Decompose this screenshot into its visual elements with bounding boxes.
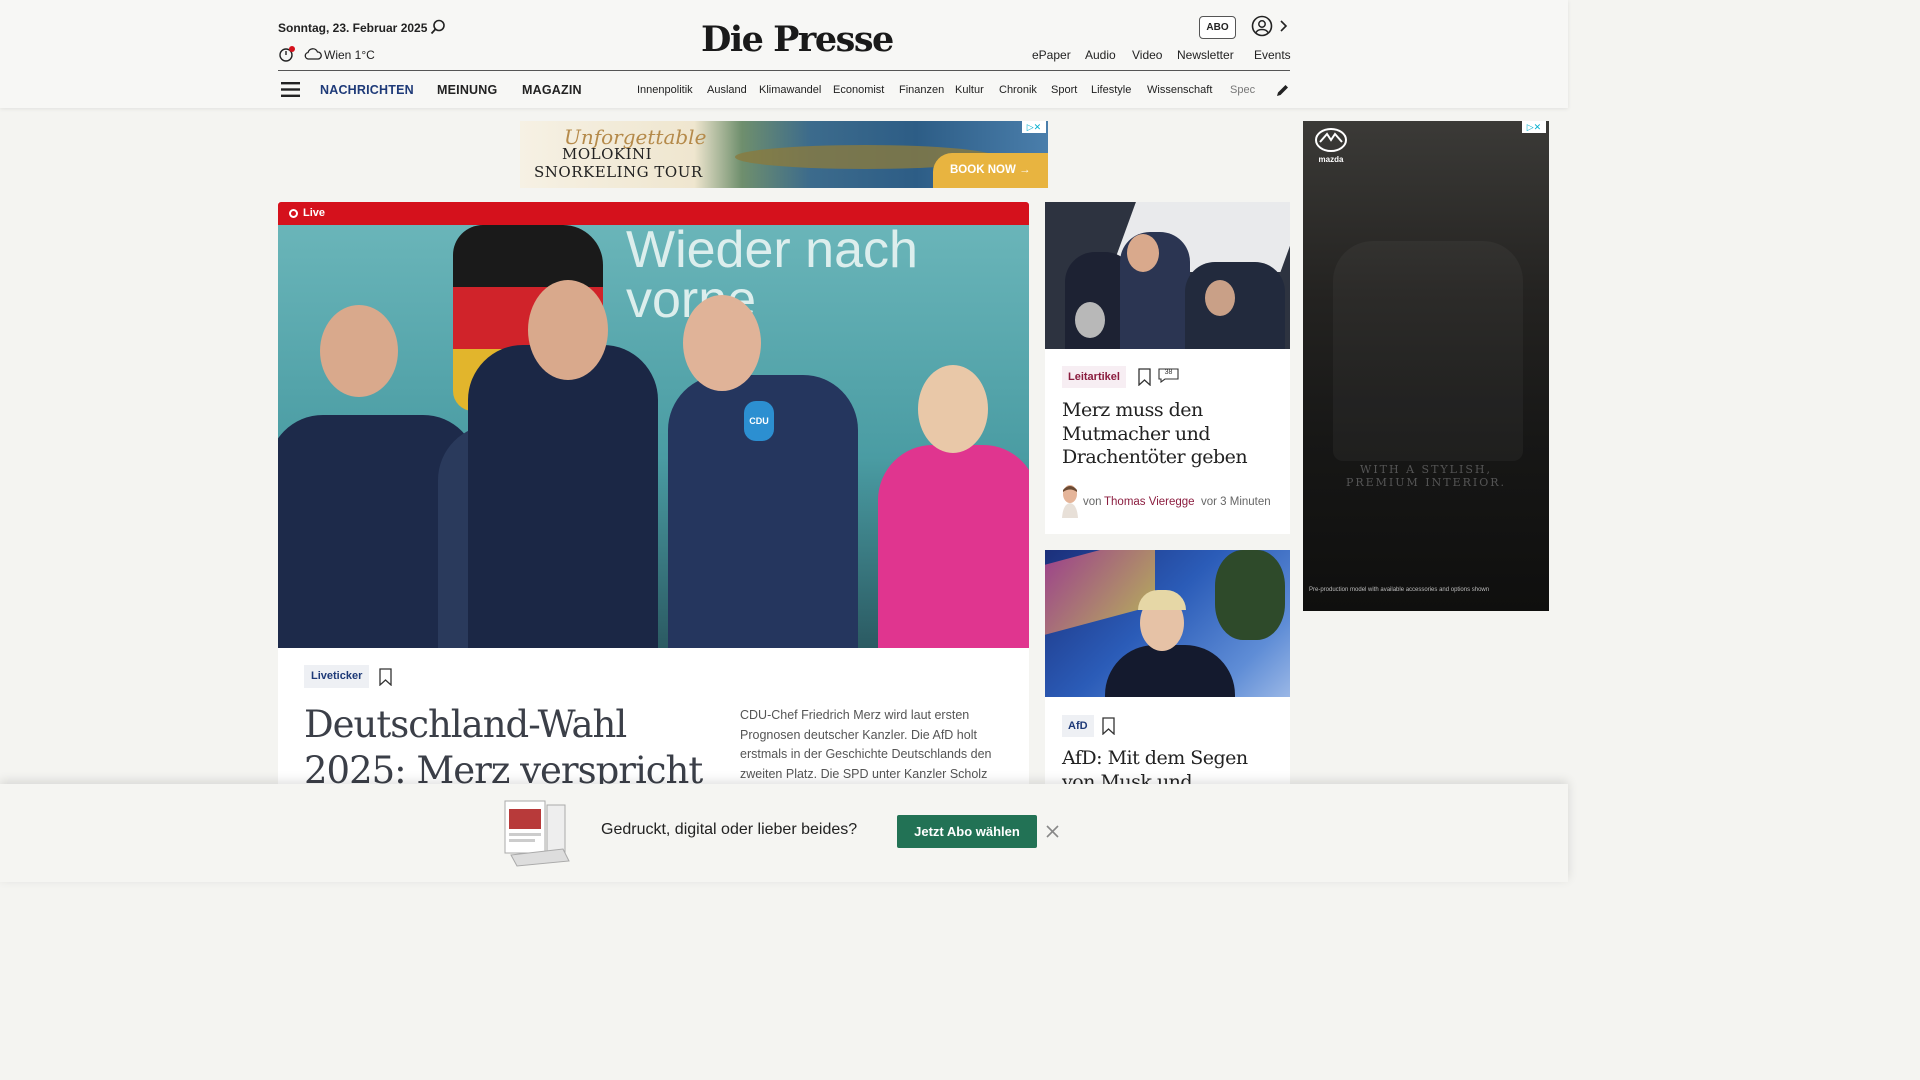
subnav-wissenschaft[interactable]: Wissenschaft [1147, 84, 1212, 96]
subnav-kultur[interactable]: Kultur [955, 84, 984, 96]
link-video[interactable]: Video [1132, 48, 1162, 62]
timer-icon[interactable] [279, 46, 295, 62]
main-teaser: CDU-Chef Friedrich Merz wird laut ersten… [740, 708, 992, 781]
menu-icon[interactable] [281, 82, 300, 97]
link-epaper[interactable]: ePaper [1032, 48, 1071, 62]
header-divider [278, 70, 1290, 71]
newspaper-offer-image [504, 800, 570, 867]
ad-side-fineprint: Pre-production model with available acce… [1309, 587, 1490, 593]
article-photo[interactable] [1045, 550, 1290, 697]
cloud-icon [304, 48, 322, 60]
ad-car-interior-image [1333, 241, 1523, 461]
subnav-finanzen[interactable]: Finanzen [899, 84, 944, 96]
subnav-klimawandel[interactable]: Klimawandel [759, 84, 821, 96]
article-card-leitartikel[interactable]: Leitartikel 38 Merz muss den Mutmacher u… [1045, 202, 1290, 534]
adchoices-icon[interactable]: ▷✕ [1022, 121, 1046, 133]
author-avatar [1062, 485, 1078, 518]
link-audio[interactable]: Audio [1085, 48, 1116, 62]
card-title[interactable]: Merz muss den Mutmacher und Drachentöter… [1062, 399, 1277, 470]
publish-time: vor 3 Minuten [1201, 496, 1271, 508]
subnav-ausland[interactable]: Ausland [707, 84, 747, 96]
jetzt-abo-button[interactable]: Jetzt Abo wählen [897, 815, 1037, 848]
nav-magazin[interactable]: MAGAZIN [522, 83, 582, 97]
author-link[interactable]: Thomas Vieregge [1104, 496, 1195, 508]
comment-count: 38 [1164, 369, 1173, 376]
article-photo[interactable] [1045, 202, 1290, 349]
search-icon[interactable] [430, 19, 446, 35]
mazda-brand-label: mazda [1318, 155, 1344, 164]
article-card-afd[interactable]: AfD AfD: Mit dem Segen von Musk und [1045, 550, 1290, 800]
link-events[interactable]: Events [1254, 48, 1291, 62]
afd-tag[interactable]: AfD [1062, 715, 1094, 737]
subnav-lifestyle[interactable]: Lifestyle [1091, 84, 1131, 96]
current-date: Sonntag, 23. Februar 2025 [278, 21, 428, 35]
mazda-logo: mazda [1313, 127, 1349, 167]
site-logo[interactable]: Die Presse [701, 19, 894, 60]
author-prefix: von [1083, 496, 1102, 508]
nav-nachrichten[interactable]: NACHRICHTEN [320, 83, 414, 97]
subnav-chronik[interactable]: Chronik [999, 84, 1037, 96]
ad-book-now-label: BOOK NOW [950, 164, 1016, 176]
subscription-offer-bar: Gedruckt, digital oder lieber beides? Je… [0, 784, 1568, 882]
ad-title-line1: MOLOKINI [562, 145, 653, 163]
user-icon[interactable] [1251, 15, 1273, 37]
bookmark-icon[interactable] [1138, 368, 1151, 386]
ad-side-skyscraper[interactable]: mazda ▷✕ WITH A STYLISH, PREMIUM INTERIO… [1303, 121, 1549, 611]
live-label: Live [303, 207, 326, 219]
ad-banner[interactable]: Unforgettable MOLOKINI SNORKELING TOUR B… [520, 121, 1048, 188]
subnav-innenpolitik[interactable]: Innenpolitik [637, 84, 693, 96]
adchoices-icon[interactable]: ▷✕ [1522, 121, 1546, 133]
pencil-icon[interactable] [1275, 83, 1290, 98]
subnav-sport[interactable]: Sport [1051, 84, 1077, 96]
close-icon[interactable] [1046, 825, 1059, 838]
cdu-microphone: CDU [744, 401, 774, 441]
photo-slogan: Wieder nach vorne [626, 225, 918, 329]
offer-text: Gedruckt, digital oder lieber beides? [601, 821, 858, 838]
bookmark-icon[interactable] [379, 668, 392, 686]
live-bar[interactable]: Live [278, 202, 1029, 225]
link-newsletter[interactable]: Newsletter [1177, 48, 1234, 62]
site-header: Sonntag, 23. Februar 2025 Wien 1°C Die P… [0, 0, 1568, 108]
arrow-right-icon: → [1019, 164, 1031, 176]
liveticker-tag[interactable]: Liveticker [304, 665, 370, 688]
abo-button[interactable]: ABO [1199, 16, 1236, 39]
live-dot-icon [289, 209, 298, 218]
leitartikel-tag[interactable]: Leitartikel [1062, 366, 1126, 388]
nav-meinung[interactable]: MEINUNG [437, 83, 497, 97]
subnav-spec[interactable]: Spec [1230, 84, 1258, 96]
main-story-photo[interactable]: Wieder nach vorne CDU [278, 225, 1029, 648]
weather-label: Wien 1°C [324, 48, 375, 62]
bookmark-icon[interactable] [1102, 717, 1115, 735]
subnav-economist[interactable]: Economist [833, 84, 884, 96]
ad-title-line2: SNORKELING TOUR [534, 163, 703, 181]
chevron-right-icon[interactable] [1278, 20, 1288, 32]
ad-book-now-button[interactable]: BOOK NOW → [933, 153, 1048, 188]
ad-side-text: WITH A STYLISH, PREMIUM INTERIOR. [1345, 463, 1507, 489]
